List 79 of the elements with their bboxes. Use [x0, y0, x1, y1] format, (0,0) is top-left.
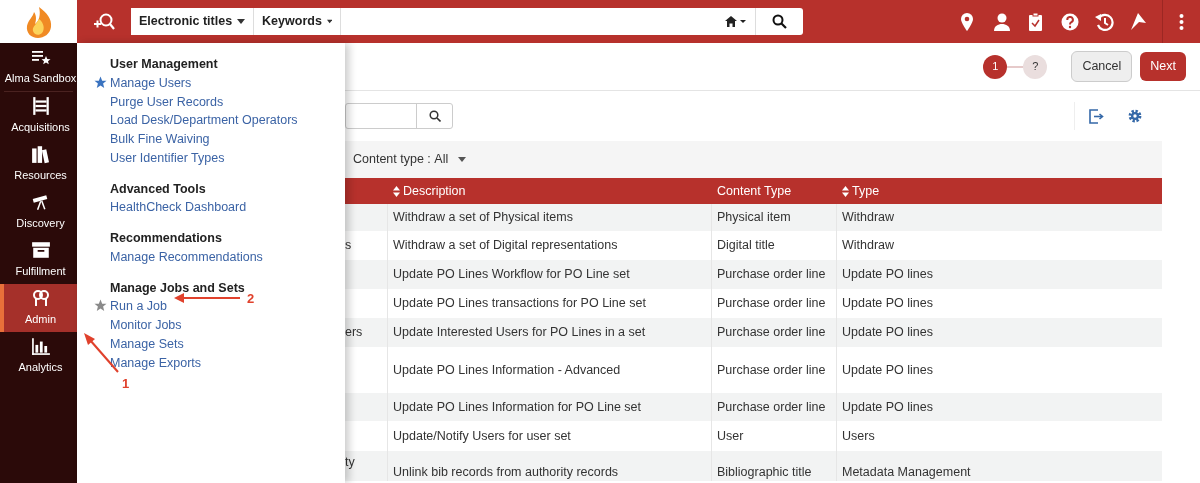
cancel-button[interactable]: Cancel — [1071, 51, 1133, 82]
table-cell: Update Interested Users for PO Lines in a set — [387, 318, 711, 347]
step-indicator: ? — [1023, 54, 1048, 79]
search-scope-dropdown[interactable]: Electronic titles — [131, 8, 255, 35]
user-icon[interactable] — [992, 11, 1012, 32]
menu-link[interactable]: Manage Users — [110, 73, 192, 92]
table-cell-text: s — [345, 237, 353, 255]
menu-section-heading: Recommendations — [110, 230, 223, 247]
table-cell: Update PO lines — [836, 318, 1162, 347]
table-cell: ty — [345, 451, 387, 481]
sort-icon — [842, 185, 849, 197]
caret-icon — [458, 157, 467, 162]
menu-link[interactable]: Manage Recommendations — [110, 247, 263, 266]
table-cell: Update PO lines — [836, 260, 1162, 289]
column-header[interactable]: Description — [387, 178, 711, 204]
sidebar-item[interactable]: Analytics — [0, 332, 77, 380]
column-header[interactable]: Type — [836, 178, 1162, 204]
menu-link[interactable]: Purge User Records — [110, 92, 224, 111]
table-cell: Purchase order line — [711, 318, 836, 347]
menu-section-heading: User Management — [110, 56, 219, 73]
sidebar-item[interactable]: Acquisitions — [0, 92, 77, 140]
menu-link[interactable]: User Identifier Types — [110, 148, 225, 167]
caret-icon — [326, 19, 333, 24]
caret-icon — [237, 19, 246, 24]
books-icon — [30, 144, 51, 165]
next-button[interactable]: Next — [1140, 52, 1186, 81]
table-cell: ers — [345, 318, 387, 347]
callout-number: 1 — [122, 376, 130, 391]
sort-icon — [393, 185, 400, 197]
table-cell: Purchase order line — [711, 393, 836, 421]
menu-link[interactable]: Load Desk/Department Operators — [110, 111, 298, 130]
content-type-filter[interactable]: Content type : All — [353, 150, 467, 169]
star-icon[interactable] — [94, 75, 107, 89]
bar-chart-icon — [30, 336, 51, 357]
menu-section-heading: Advanced Tools — [110, 180, 207, 198]
search-icon — [772, 14, 787, 29]
table-cell: Withdraw a set of Physical items — [387, 204, 711, 231]
more-options-icon[interactable] — [1179, 13, 1184, 30]
menu-link[interactable]: Run a Job — [110, 297, 167, 316]
menu-link[interactable]: Monitor Jobs — [110, 316, 182, 334]
keys-icon — [30, 288, 51, 309]
table-cell — [345, 204, 387, 231]
menu-link[interactable]: Manage Exports — [110, 353, 202, 372]
table-cell: Physical item — [711, 204, 836, 231]
table-cell — [345, 393, 387, 421]
callout-number: 2 — [247, 291, 255, 306]
table-cell: Purchase order line — [711, 260, 836, 289]
table-cell: Bibliographic title — [711, 451, 836, 481]
table-cell: Update PO lines — [836, 393, 1162, 421]
sidebar-item[interactable]: Alma Sandbox — [0, 43, 77, 91]
help-icon[interactable] — [1060, 11, 1080, 32]
step-indicator: 1 — [983, 54, 1008, 79]
menu-link[interactable]: HealthCheck Dashboard — [110, 198, 247, 217]
table-cell: Unlink bib records from authority records — [387, 451, 711, 481]
table-cell: Update PO Lines Workflow for PO Line set — [387, 260, 711, 289]
sidebar-item[interactable]: Resources — [0, 140, 77, 188]
sidebar-item[interactable]: Admin — [0, 284, 77, 332]
menu-link[interactable]: Manage Sets — [110, 334, 184, 353]
table-cell: Update PO Lines Information for PO Line set — [387, 393, 711, 421]
table-cell — [345, 260, 387, 289]
search-icon — [428, 110, 441, 122]
column-header — [345, 178, 387, 204]
annotation-arrow — [174, 293, 241, 303]
history-icon[interactable] — [1094, 11, 1114, 32]
paper-plane-icon[interactable] — [1128, 11, 1148, 32]
archive-box-icon — [30, 240, 51, 261]
abacus-icon — [30, 96, 51, 117]
menu-section-heading: Manage Jobs and Sets — [110, 279, 246, 297]
column-header[interactable]: Content Type — [711, 178, 836, 204]
table-cell: Metadata Management — [836, 451, 1162, 481]
table-cell: Withdraw — [836, 204, 1162, 231]
settings-icon[interactable] — [1128, 109, 1142, 123]
export-icon[interactable] — [1089, 108, 1104, 124]
menu-link[interactable]: Bulk Fine Waiving — [110, 130, 210, 148]
home-icon[interactable] — [725, 15, 747, 28]
search-field[interactable] — [345, 103, 453, 129]
star-icon[interactable] — [94, 299, 107, 313]
sidebar-item[interactable]: Fulfillment — [0, 236, 77, 284]
sidebar-item[interactable]: Discovery — [0, 188, 77, 236]
